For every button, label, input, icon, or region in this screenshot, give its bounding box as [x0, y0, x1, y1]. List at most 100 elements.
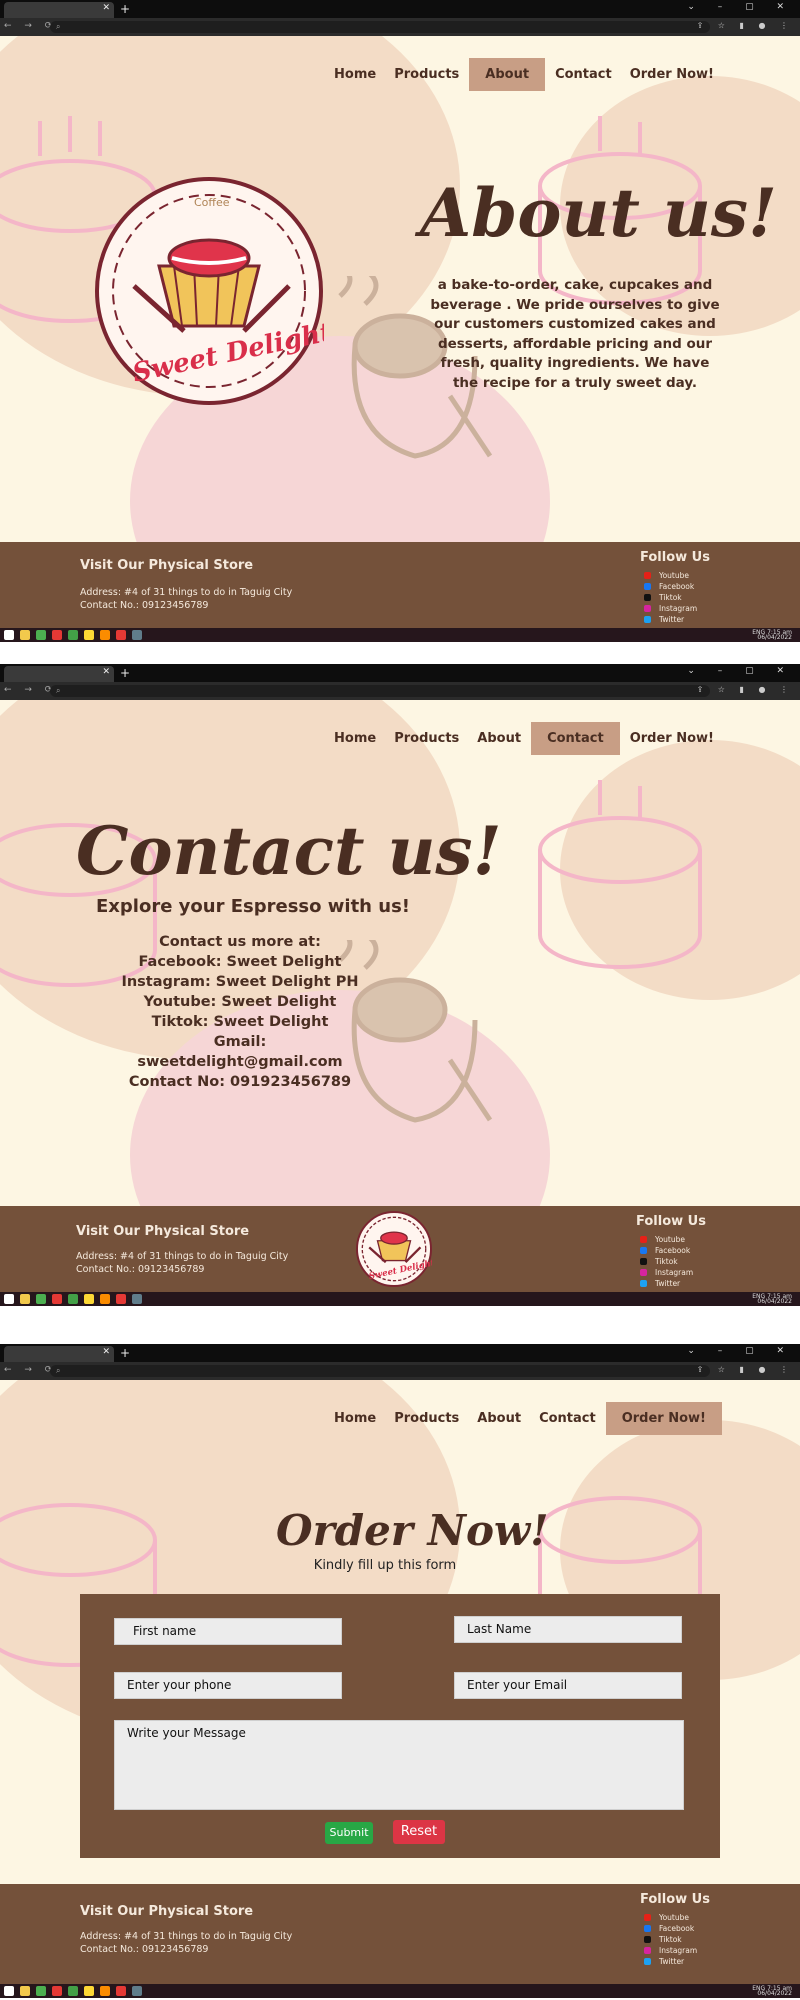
- browser-toolbar-icons[interactable]: ⇪ ☆ ▮ ● ⋮: [697, 1365, 794, 1374]
- nav-about[interactable]: About: [469, 1403, 529, 1434]
- chrome-icon[interactable]: [36, 1294, 46, 1304]
- taskbar: ENG 7:15 am 06/04/2022: [0, 1292, 800, 1306]
- close-tab-icon[interactable]: ✕: [102, 1347, 110, 1357]
- app-icon[interactable]: [84, 630, 94, 640]
- nav-contact[interactable]: Contact: [531, 722, 620, 755]
- message-field[interactable]: Write your Message: [114, 1720, 684, 1810]
- app-icon[interactable]: [132, 630, 142, 640]
- social-youtube[interactable]: Youtube: [644, 1912, 697, 1923]
- nav-order[interactable]: Order Now!: [622, 59, 722, 90]
- social-youtube[interactable]: Youtube: [640, 1234, 693, 1245]
- vlc-icon[interactable]: [100, 1986, 110, 1996]
- nav-contact[interactable]: Contact: [531, 1403, 604, 1434]
- last-name-field[interactable]: Last Name: [454, 1616, 682, 1643]
- new-tab-icon[interactable]: +: [120, 666, 130, 680]
- start-icon[interactable]: [4, 1986, 14, 1996]
- social-twitter[interactable]: Twitter: [644, 614, 697, 625]
- social-twitter[interactable]: Twitter: [640, 1278, 693, 1289]
- app-icon[interactable]: [68, 1986, 78, 1996]
- nav-home[interactable]: Home: [326, 723, 384, 754]
- close-tab-icon[interactable]: ✕: [102, 667, 110, 677]
- browser-tab[interactable]: ✕: [4, 1346, 114, 1362]
- page-title: About us!: [420, 174, 777, 252]
- taskbar-apps[interactable]: [4, 1294, 142, 1304]
- app-icon[interactable]: [132, 1294, 142, 1304]
- social-instagram[interactable]: Instagram: [644, 1945, 697, 1956]
- address-bar: ← → ⟳ ⌕ ⇪ ☆ ▮ ● ⋮: [0, 1362, 800, 1380]
- chrome-icon[interactable]: [36, 1986, 46, 1996]
- browser-tab-bar: ✕ + ⌄ – ▢ ✕: [0, 664, 800, 682]
- nav-order[interactable]: Order Now!: [605, 1402, 722, 1435]
- window-controls[interactable]: ⌄ – ▢ ✕: [687, 1346, 794, 1356]
- instagram-icon: [644, 1947, 651, 1954]
- app-icon[interactable]: [116, 630, 126, 640]
- social-instagram[interactable]: Instagram: [640, 1267, 693, 1278]
- app-icon[interactable]: [84, 1294, 94, 1304]
- facebook-icon: [640, 1247, 647, 1254]
- browser-tab[interactable]: ✕: [4, 2, 114, 18]
- page-title: Contact us!: [76, 812, 502, 890]
- system-tray[interactable]: ENG 7:15 am 06/04/2022: [752, 1294, 792, 1305]
- app-icon[interactable]: [68, 1294, 78, 1304]
- social-instagram[interactable]: Instagram: [644, 603, 697, 614]
- nav-about[interactable]: About: [469, 723, 529, 754]
- new-tab-icon[interactable]: +: [120, 2, 130, 16]
- window-controls[interactable]: ⌄ – ▢ ✕: [687, 666, 794, 676]
- nav-home[interactable]: Home: [326, 1403, 384, 1434]
- start-icon[interactable]: [4, 630, 14, 640]
- chrome-icon[interactable]: [36, 630, 46, 640]
- submit-button[interactable]: Submit: [325, 1822, 373, 1844]
- browser-tab[interactable]: ✕: [4, 666, 114, 682]
- nav-products[interactable]: Products: [386, 59, 467, 90]
- browser-toolbar-icons[interactable]: ⇪ ☆ ▮ ● ⋮: [697, 685, 794, 694]
- phone-field[interactable]: Enter your phone: [114, 1672, 342, 1699]
- nav-home[interactable]: Home: [326, 59, 384, 90]
- app-icon[interactable]: [116, 1986, 126, 1996]
- social-tiktok[interactable]: Tiktok: [640, 1256, 693, 1267]
- social-facebook[interactable]: Facebook: [644, 581, 697, 592]
- app-icon[interactable]: [116, 1294, 126, 1304]
- vlc-icon[interactable]: [100, 1294, 110, 1304]
- reset-button[interactable]: Reset: [393, 1820, 445, 1844]
- taskbar-apps[interactable]: [4, 1986, 142, 1996]
- nav-about[interactable]: About: [469, 58, 546, 91]
- folder-icon[interactable]: [20, 630, 30, 640]
- social-tiktok[interactable]: Tiktok: [644, 592, 697, 603]
- omnibox[interactable]: ⌕: [50, 685, 710, 697]
- order-screenshot: ✕ + ⌄ – ▢ ✕ ← → ⟳ ⌕ ⇪ ☆ ▮ ● ⋮ Home Produ…: [0, 1344, 800, 2000]
- omnibox[interactable]: ⌕: [50, 21, 710, 33]
- social-facebook[interactable]: Facebook: [644, 1923, 697, 1934]
- social-twitter[interactable]: Twitter: [644, 1956, 697, 1967]
- browser-toolbar-icons[interactable]: ⇪ ☆ ▮ ● ⋮: [697, 21, 794, 30]
- system-tray[interactable]: ENG 7:15 am 06/04/2022: [752, 630, 792, 641]
- omnibox[interactable]: ⌕: [50, 1365, 710, 1377]
- store-address: Address: #4 of 31 things to do in Taguig…: [80, 1930, 292, 1956]
- nav-products[interactable]: Products: [386, 1403, 467, 1434]
- app-icon[interactable]: [52, 630, 62, 640]
- nav-products[interactable]: Products: [386, 723, 467, 754]
- folder-icon[interactable]: [20, 1986, 30, 1996]
- app-icon[interactable]: [84, 1986, 94, 1996]
- app-icon[interactable]: [52, 1986, 62, 1996]
- system-tray[interactable]: ENG 7:15 am 06/04/2022: [752, 1986, 792, 1997]
- close-tab-icon[interactable]: ✕: [102, 3, 110, 13]
- social-tiktok[interactable]: Tiktok: [644, 1934, 697, 1945]
- app-icon[interactable]: [52, 1294, 62, 1304]
- first-name-field[interactable]: First name: [114, 1618, 342, 1645]
- contact-line: Contact No.: 09123456789: [80, 1944, 209, 1955]
- window-controls[interactable]: ⌄ – ▢ ✕: [687, 2, 794, 12]
- vlc-icon[interactable]: [100, 630, 110, 640]
- folder-icon[interactable]: [20, 1294, 30, 1304]
- app-icon[interactable]: [132, 1986, 142, 1996]
- social-youtube[interactable]: Youtube: [644, 570, 697, 581]
- new-tab-icon[interactable]: +: [120, 1346, 130, 1360]
- nav-order[interactable]: Order Now!: [622, 723, 722, 754]
- taskbar-apps[interactable]: [4, 630, 142, 640]
- email-field[interactable]: Enter your Email: [454, 1672, 682, 1699]
- app-icon[interactable]: [68, 630, 78, 640]
- social-links: Youtube Facebook Tiktok Instagram Twitte…: [640, 1234, 693, 1289]
- taskbar: ENG 7:15 am 06/04/2022: [0, 1984, 800, 1998]
- social-facebook[interactable]: Facebook: [640, 1245, 693, 1256]
- start-icon[interactable]: [4, 1294, 14, 1304]
- nav-contact[interactable]: Contact: [547, 59, 620, 90]
